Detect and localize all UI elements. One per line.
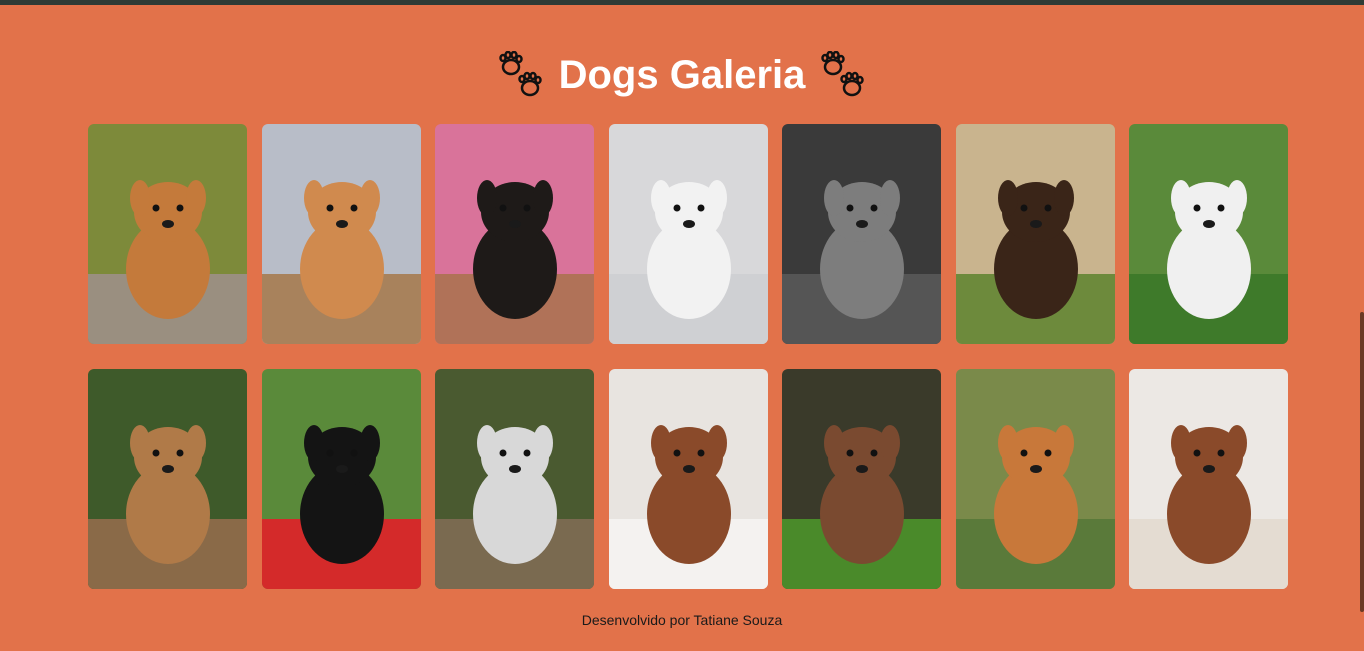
footer-credit: Desenvolvido por Tatiane Souza xyxy=(581,612,783,628)
dog-photo-corgi-jumping[interactable] xyxy=(88,124,247,344)
dog-photo-white-puppy[interactable] xyxy=(608,124,768,344)
dog-photo-weimaraner-puppy[interactable] xyxy=(782,124,941,344)
dog-photo-yorkshire-running[interactable] xyxy=(88,369,247,589)
dog-photo-bulldog-puppy[interactable] xyxy=(261,124,421,344)
paw-prints-icon xyxy=(819,51,867,99)
dog-photo-dachshund-puppy[interactable] xyxy=(435,124,594,344)
scrollbar[interactable] xyxy=(1360,312,1364,612)
dog-photo-sleeping-puppy[interactable] xyxy=(608,369,768,589)
top-bar xyxy=(0,0,1364,5)
dog-photo-corgi-lying[interactable] xyxy=(955,369,1115,589)
dog-photo-samoyed-running[interactable] xyxy=(1129,124,1288,344)
dog-photo-cocker-spaniel-bucket[interactable] xyxy=(261,369,421,589)
page-title: Dogs Galeria xyxy=(558,53,806,97)
dog-gallery xyxy=(88,124,1288,589)
dog-photo-tibetan-mastiff[interactable] xyxy=(955,124,1115,344)
page-header: Dogs Galeria xyxy=(0,46,1364,104)
dog-photo-cavalier-spaniel[interactable] xyxy=(1129,369,1288,589)
paw-prints-icon xyxy=(497,51,545,99)
dog-photo-australian-shepherd[interactable] xyxy=(782,369,941,589)
dog-photo-husky-running[interactable] xyxy=(435,369,594,589)
